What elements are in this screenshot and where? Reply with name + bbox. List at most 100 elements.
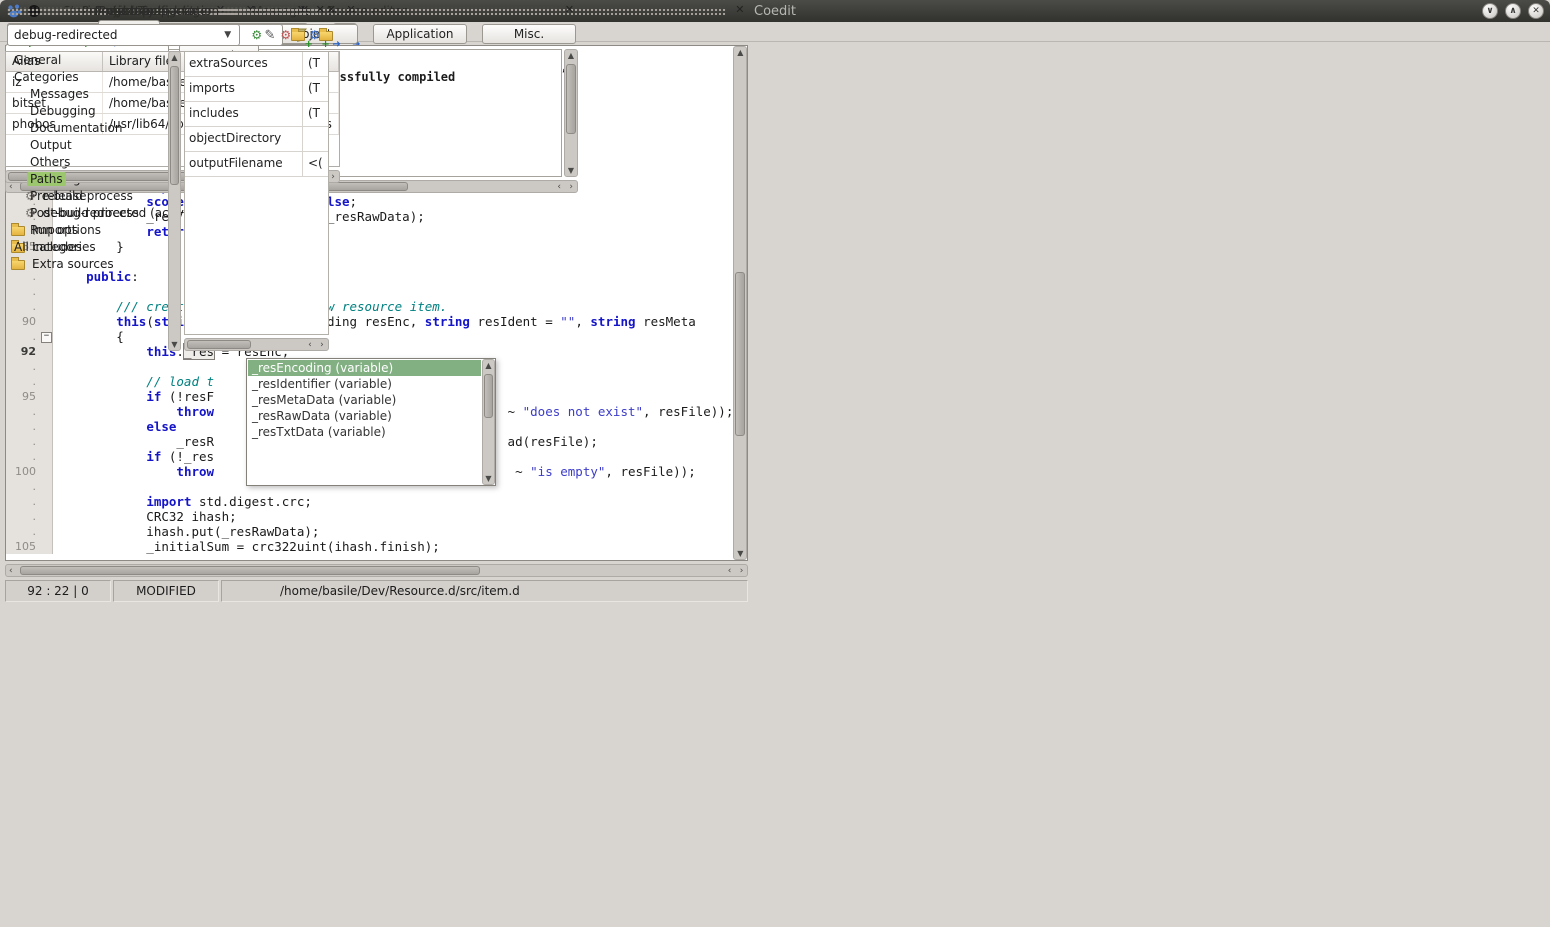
scroll-up-icon[interactable]: ▲ [734,48,746,57]
fold-margin [40,404,53,419]
property-row-objectdirectory[interactable]: objectDirectory [185,127,328,152]
tree-item-debugging[interactable]: Debugging [5,102,165,119]
completion-item[interactable]: _resTxtData (variable) [248,424,481,440]
configuration-horizontal-scrollbar[interactable]: ‹ › [184,338,329,351]
scrollbar-thumb[interactable] [170,66,179,185]
code-text[interactable]: import std.digest.crc; [53,494,312,509]
fold-margin [40,464,53,479]
tree-item-label: Paths [27,172,66,186]
tree-item-pre-build-process[interactable]: Pre-build process [5,187,165,204]
scroll-left-icon[interactable]: ‹ [308,339,312,350]
tree-item-all-categories[interactable]: All categories [5,238,165,255]
line-number: . [6,419,40,434]
categories-scrollbar[interactable]: ▲ ▼ [168,51,181,351]
clone-configuration-button[interactable]: ⚙+ [303,23,327,47]
close-button[interactable]: ✕ [1528,3,1544,19]
scroll-left-icon[interactable]: ‹ [557,181,561,192]
scroll-left-icon[interactable]: ‹ [728,565,732,576]
code-text[interactable]: ihash.put(_resRawData); [53,524,319,539]
code-line: 105 _initialSum = crc322uint(ihash.finis… [6,539,733,554]
fold-margin [40,494,53,509]
scroll-down-icon[interactable]: ▼ [169,340,180,349]
scroll-up-icon[interactable]: ▲ [565,51,577,60]
scroll-left-icon[interactable]: ‹ [9,565,13,576]
tree-item-label: Others [27,155,73,169]
fold-margin [40,449,53,464]
tree-item-run-options[interactable]: Run options [5,221,165,238]
code-text[interactable] [53,479,56,494]
minimize-button[interactable]: ∨ [1482,3,1498,19]
line-number: . [6,524,40,539]
scroll-up-icon[interactable]: ▲ [169,53,180,62]
code-line: . CRC32 ihash; [6,509,733,524]
configuration-properties-grid: extraSources(Timports(Tincludes(TobjectD… [184,51,329,335]
remove-configuration-button[interactable]: ⚙ [274,23,298,47]
property-value[interactable]: (T [303,77,328,101]
completion-scrollbar[interactable]: ▲ ▼ [482,359,495,485]
close-panel-icon[interactable]: ✕ [314,4,327,17]
property-value[interactable]: (T [303,102,328,126]
editor-vertical-scrollbar[interactable]: ▲ ▼ [733,46,747,560]
scrollbar-thumb[interactable] [20,566,480,575]
scroll-down-icon[interactable]: ▼ [565,166,577,175]
code-text[interactable]: CRC32 ihash; [53,509,237,524]
scroll-down-icon[interactable]: ▼ [483,474,494,483]
gear-icon: ⚙ [280,29,291,41]
scrollbar-thumb[interactable] [187,340,251,349]
close-panel-icon[interactable]: ✕ [733,4,746,17]
property-row-imports[interactable]: imports(T [185,77,328,102]
selected-configuration: debug-redirected [14,28,118,42]
tree-item-others[interactable]: Others [5,153,165,170]
maximize-button[interactable]: ∧ [1505,3,1521,19]
tree-item-messages[interactable]: Messages [5,85,165,102]
tree-item-general[interactable]: General [5,51,165,68]
completion-item[interactable]: _resEncoding (variable) [248,360,481,376]
code-text[interactable] [53,359,56,374]
tree-item-post-build-process[interactable]: Post-build process [5,204,165,221]
property-value[interactable]: (T [303,52,328,76]
code-text[interactable]: else [53,419,176,434]
close-panel-icon[interactable]: ✕ [563,4,576,17]
messages-filter-misc[interactable]: Misc. [482,24,576,44]
property-row-extrasources[interactable]: extraSources(T [185,52,328,77]
file-path: /home/basile/Dev/Resource.d/src/item.d [221,580,748,602]
tree-item-output[interactable]: Output [5,136,165,153]
property-row-outputfilename[interactable]: outputFilename<( [185,152,328,177]
fold-margin [40,524,53,539]
messages-filter-application[interactable]: Application [373,24,467,44]
arrow-badge-icon: ➜ [333,40,341,50]
editor-horizontal-scrollbar[interactable]: ‹ ‹ › [5,564,748,577]
scroll-right-icon[interactable]: › [320,339,324,350]
property-value[interactable]: <( [303,152,328,176]
property-name: outputFilename [185,152,303,176]
completion-item[interactable]: _resMetaData (variable) [248,392,481,408]
scrollbar-thumb[interactable] [484,374,493,418]
scroll-right-icon[interactable]: › [569,181,573,192]
completion-item[interactable]: _resIdentifier (variable) [248,376,481,392]
scroll-right-icon[interactable]: › [740,565,744,576]
scroll-up-icon[interactable]: ▲ [483,361,494,370]
property-row-includes[interactable]: includes(T [185,102,328,127]
code-text[interactable]: if (!_res [53,449,214,464]
code-text[interactable]: _initialSum = crc322uint(ihash.finish); [53,539,440,554]
messages-vertical-scrollbar[interactable]: ▲ ▼ [564,49,578,177]
code-text[interactable]: // load t [53,374,214,389]
scrollbar-thumb[interactable] [566,64,576,134]
tree-item-documentation[interactable]: Documentation [5,119,165,136]
scrollbar-thumb[interactable] [735,272,745,436]
tree-item-label: Post-build process [27,206,142,220]
completion-item[interactable]: _resRawData (variable) [248,408,481,424]
tree-item-paths[interactable]: Paths [5,170,165,187]
chevron-down-icon[interactable]: ▼ [221,28,235,42]
property-value[interactable] [303,127,328,151]
configuration-select[interactable]: debug-redirected ▼ [7,24,240,46]
scroll-down-icon[interactable]: ▼ [734,549,746,558]
tree-item-categories[interactable]: Categories [5,68,165,85]
fold-margin [40,434,53,449]
fold-margin [40,374,53,389]
caret-position: 92 : 22 | 0 [5,580,111,602]
line-number: 95 [6,389,40,404]
code-text[interactable]: if (!resF [53,389,214,404]
gear-icon: ⚙ [309,29,320,41]
add-configuration-button[interactable]: ⚙ [245,23,269,47]
